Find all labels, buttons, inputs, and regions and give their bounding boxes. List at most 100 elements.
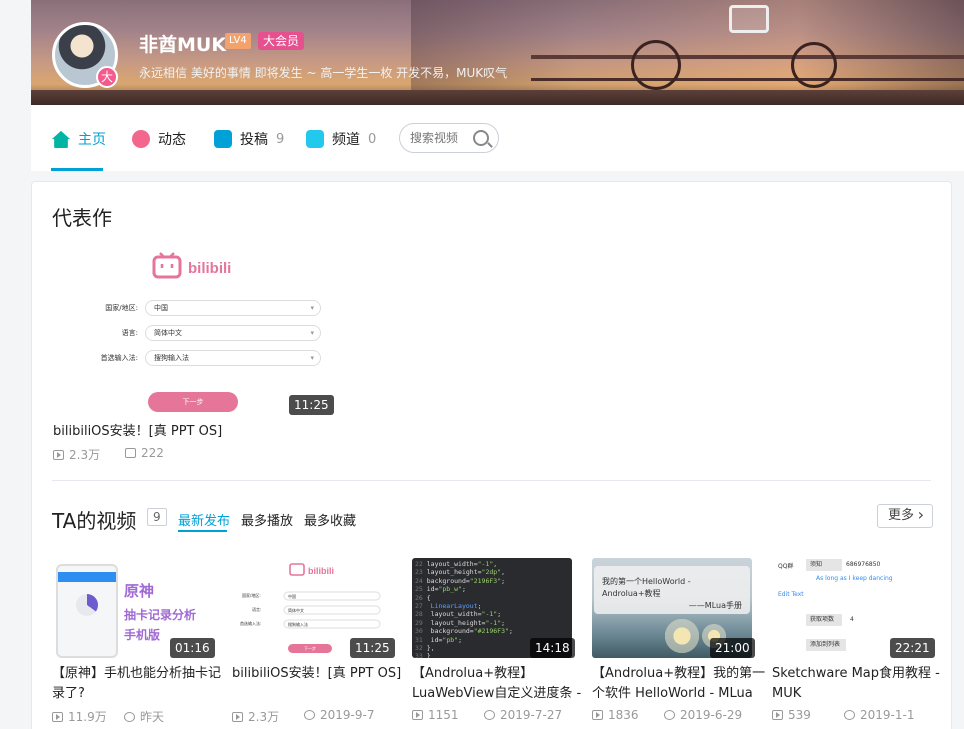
play-count: 1836 — [608, 708, 639, 722]
thumb-text: Edit Text — [778, 591, 804, 598]
banner-tv-icon — [729, 5, 769, 33]
thumb-pie-chart — [76, 594, 98, 616]
thumb-phone-header — [58, 572, 116, 582]
video-title-line[interactable]: 录了? — [52, 684, 85, 704]
video-plays: 1151 — [412, 708, 459, 722]
vip-badge-icon: 大 — [96, 66, 118, 88]
sort-tab-latest[interactable]: 最新发布 — [178, 510, 230, 529]
play-count: 1151 — [428, 708, 459, 722]
sort-tab-most-played[interactable]: 最多播放 — [241, 510, 293, 529]
thumb-label: 首选输入法: — [100, 354, 138, 362]
video-date: 2019-6-29 — [664, 708, 742, 722]
thumb-next-button: 下一步 — [148, 392, 238, 412]
publish-date: 2019-7-27 — [500, 708, 563, 722]
play-count-icon — [53, 449, 64, 460]
tab-upload[interactable]: 投稿 9 — [214, 129, 284, 149]
thumb-select: 中国 — [145, 300, 321, 316]
banner-rail — [531, 55, 964, 59]
channel-icon — [306, 130, 324, 148]
tab-dynamic[interactable]: 动态 — [132, 129, 186, 149]
thumb-row-input: 首选输入法: 搜狗输入法 — [53, 350, 333, 366]
tab-home-label: 主页 — [78, 132, 106, 148]
thumb-title-card: 我的第一个HelloWorld - Androlua+教程 ——MLua手册 — [594, 566, 750, 614]
play-count: 2.3万 — [69, 448, 101, 462]
video-duration: 01:16 — [170, 638, 215, 658]
masterpiece-danmaku: 222 — [125, 446, 164, 460]
thumb-text: 添加到列表 — [806, 639, 846, 651]
svg-text:中国: 中国 — [288, 593, 296, 599]
publish-date: 2019-6-29 — [680, 708, 743, 722]
main-panel: 代表作 bilibili 国家/地区: 中国 语言: 简体中文 首选输入法: 搜… — [31, 181, 952, 729]
video-search — [399, 123, 499, 153]
play-count: 2.3万 — [248, 710, 280, 724]
sort-tab-indicator — [178, 530, 227, 532]
masterpiece-title-link[interactable]: bilibiliOS安装！[真 PPT OS] — [53, 422, 222, 442]
thumb-row-language: 语言: 简体中文 — [53, 325, 333, 341]
banner-rail-lower — [531, 78, 964, 81]
masterpiece-plays: 2.3万 — [53, 446, 100, 463]
thumb-label: 语言: — [121, 329, 138, 337]
play-count: 11.9万 — [68, 710, 107, 724]
signature: 永远相信 美好的事情 即将发生 ~ 高一学生一枚 开发不易，MUK叹气 — [139, 66, 508, 80]
video-duration: 14:18 — [530, 638, 575, 658]
play-count-icon — [52, 711, 63, 722]
video-date: 2019-9-7 — [304, 708, 374, 722]
masterpiece-duration: 11:25 — [289, 395, 334, 415]
profile-nav: 主页 动态 投稿 9 频道 0 — [31, 105, 964, 171]
danmaku-icon — [125, 448, 136, 458]
video-title-line[interactable]: 【Androlua+教程】 — [412, 664, 533, 684]
thumb-text: 我的第一个HelloWorld - Androlua+教程 — [602, 577, 691, 598]
tab-channel-label: 频道 — [332, 132, 360, 148]
play-count-icon — [592, 710, 603, 720]
thumb-text: 手机版 — [124, 628, 161, 642]
videos-count-badge: 9 — [147, 508, 167, 526]
thumb-flower — [662, 616, 702, 656]
tab-home[interactable]: 主页 — [52, 129, 106, 149]
video-duration: 11:25 — [350, 638, 395, 658]
video-title-line[interactable]: LuaWebView自定义进度条 - — [412, 684, 581, 704]
tab-channel[interactable]: 频道 0 — [306, 129, 376, 149]
video-title-line[interactable]: Sketchware Map食用教程 - — [772, 664, 940, 684]
video-date: 2019-7-27 — [484, 708, 562, 722]
search-input[interactable] — [410, 130, 472, 146]
publish-date: 2019-1-1 — [860, 708, 915, 722]
masterpiece-thumbnail[interactable]: bilibili 国家/地区: 中国 语言: 简体中文 首选输入法: 搜狗输入法… — [53, 234, 333, 416]
publish-date: 昨天 — [140, 710, 165, 724]
level-badge: LV4 — [225, 33, 251, 49]
clock-icon — [664, 710, 675, 720]
banner-bike-wheel — [791, 42, 837, 88]
video-title-line[interactable]: MUK — [772, 684, 801, 704]
video-plays: 539 — [772, 708, 811, 722]
tab-upload-label: 投稿 — [240, 132, 268, 148]
vip-label[interactable]: 大会员 — [258, 32, 305, 50]
play-count: 539 — [788, 708, 811, 722]
video-title-line[interactable]: 【Androlua+教程】我的第一 — [592, 664, 765, 684]
video-duration: 21:00 — [710, 638, 755, 658]
thumb-text: 抽卡记录分析 — [124, 608, 197, 622]
video-title-line[interactable]: bilibiliOS安装！[真 PPT OS] — [232, 664, 401, 684]
search-icon[interactable] — [473, 130, 489, 146]
thumb-phone — [56, 564, 118, 658]
tab-dynamic-label: 动态 — [158, 132, 186, 148]
thumb-row-region: 国家/地区: 中国 — [53, 300, 333, 316]
video-plays: 11.9万 — [52, 708, 107, 725]
clock-icon — [484, 710, 495, 720]
thumb-text: 获取项数 — [806, 614, 842, 626]
active-tab-indicator — [51, 168, 103, 171]
upload-icon — [214, 130, 232, 148]
video-duration: 22:21 — [890, 638, 935, 658]
thumb-text: 686976850 — [846, 561, 881, 568]
thumb-select: 搜狗输入法 — [145, 350, 321, 366]
more-button[interactable]: 更多 — [877, 504, 933, 528]
video-title-line[interactable]: 个软件 HelloWorld - MLua — [592, 684, 753, 704]
svg-text:首选输入法:: 首选输入法: — [240, 620, 261, 626]
thumb-text: 原神 — [124, 582, 155, 600]
clock-icon — [844, 710, 855, 720]
danmaku-count: 222 — [141, 446, 164, 460]
sort-tab-most-favorited[interactable]: 最多收藏 — [304, 510, 356, 529]
play-count-icon — [412, 710, 423, 720]
thumb-text: QQ群 — [778, 563, 794, 570]
video-title-line[interactable]: 【原神】手机也能分析抽卡记 — [52, 664, 221, 684]
username: 非酋MUK — [139, 34, 227, 56]
video-plays: 2.3万 — [232, 708, 279, 725]
